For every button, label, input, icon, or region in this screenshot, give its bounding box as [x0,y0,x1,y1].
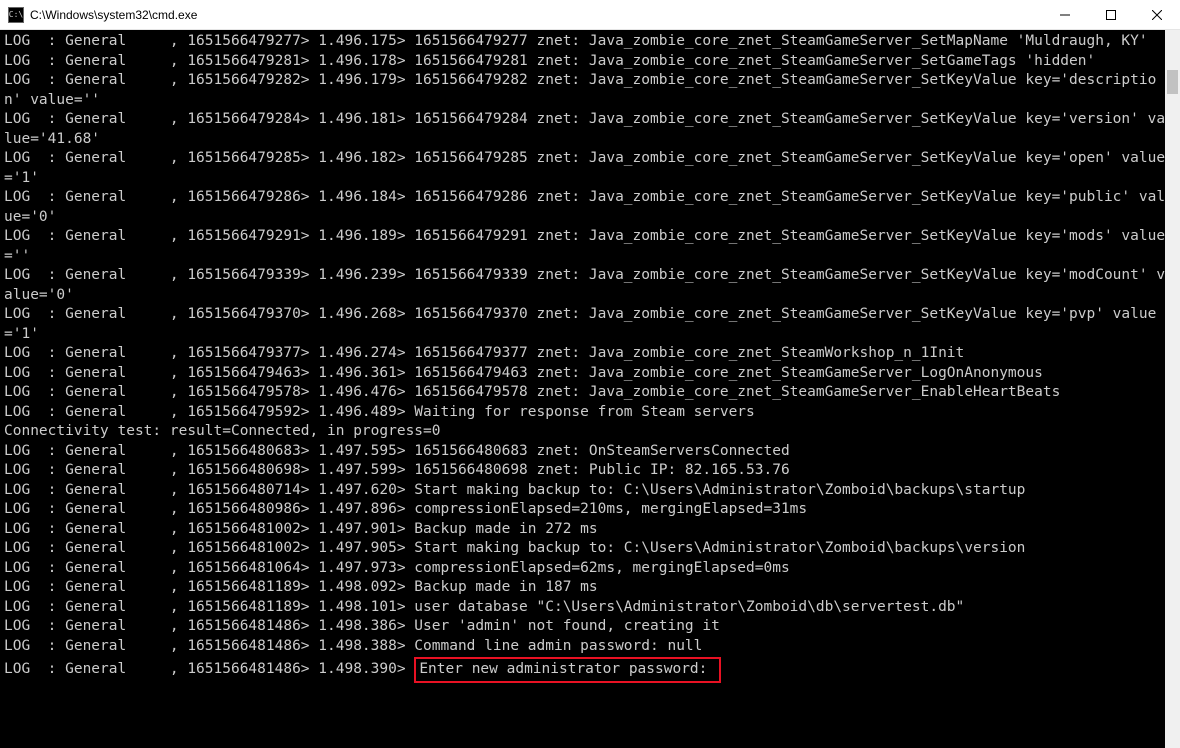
log-line: LOG : General , 1651566479277> 1.496.175… [4,32,1165,52]
cmd-icon: C:\ [8,7,24,23]
scroll-thumb[interactable] [1167,70,1178,94]
log-line: LOG : General , 1651566481189> 1.498.101… [4,598,1165,618]
password-prompt-highlight: Enter new administrator password: [414,657,721,683]
log-line: LOG : General , 1651566480683> 1.497.595… [4,442,1165,462]
log-line: LOG : General , 1651566479370> 1.496.268… [4,305,1165,344]
log-line: LOG : General , 1651566479377> 1.496.274… [4,344,1165,364]
log-line: LOG : General , 1651566479291> 1.496.189… [4,227,1165,266]
content-area: LOG : General , 1651566479277> 1.496.175… [0,30,1180,748]
log-line: LOG : General , 1651566479284> 1.496.181… [4,110,1165,149]
log-line: LOG : General , 1651566480986> 1.497.896… [4,500,1165,520]
log-line: LOG : General , 1651566479578> 1.496.476… [4,383,1165,403]
log-line: LOG : General , 1651566479339> 1.496.239… [4,266,1165,305]
terminal-output[interactable]: LOG : General , 1651566479277> 1.496.175… [0,30,1165,748]
log-line: LOG : General , 1651566480714> 1.497.620… [4,481,1165,501]
window-title: C:\Windows\system32\cmd.exe [30,8,197,22]
log-line: Connectivity test: result=Connected, in … [4,422,1165,442]
log-line: LOG : General , 1651566479281> 1.496.178… [4,52,1165,72]
log-line: LOG : General , 1651566481002> 1.497.901… [4,520,1165,540]
close-button[interactable] [1134,0,1180,30]
log-line: LOG : General , 1651566481486> 1.498.386… [4,617,1165,637]
minimize-button[interactable] [1042,0,1088,30]
log-line: LOG : General , 1651566479286> 1.496.184… [4,188,1165,227]
scrollbar[interactable] [1165,30,1180,748]
log-line: LOG : General , 1651566479592> 1.496.489… [4,403,1165,423]
log-line: LOG : General , 1651566481189> 1.498.092… [4,578,1165,598]
log-line: LOG : General , 1651566479282> 1.496.179… [4,71,1165,110]
log-line: LOG : General , 1651566480698> 1.497.599… [4,461,1165,481]
maximize-button[interactable] [1088,0,1134,30]
log-line: LOG : General , 1651566481002> 1.497.905… [4,539,1165,559]
log-line: LOG : General , 1651566481486> 1.498.388… [4,637,1165,657]
log-line: LOG : General , 1651566479285> 1.496.182… [4,149,1165,188]
log-line: LOG : General , 1651566481064> 1.497.973… [4,559,1165,579]
log-line-prompt: LOG : General , 1651566481486> 1.498.390… [4,656,1165,683]
log-line: LOG : General , 1651566479463> 1.496.361… [4,364,1165,384]
titlebar: C:\ C:\Windows\system32\cmd.exe [0,0,1180,30]
